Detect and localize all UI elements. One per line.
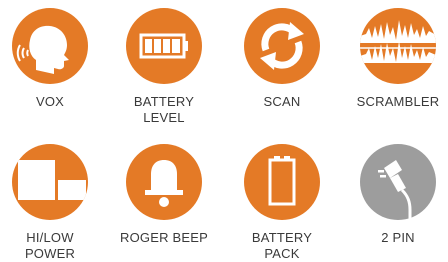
feature-label: 2 PIN xyxy=(381,230,415,245)
feature-label: VOX xyxy=(35,94,65,109)
scan-arrows-icon xyxy=(260,22,304,70)
feature-label: HI/LOW POWER xyxy=(24,230,76,261)
battery-level-icon xyxy=(139,33,188,59)
feature-battery-pack: BATTERY PACK xyxy=(226,144,338,262)
scrambler-waveform-icon xyxy=(360,20,436,63)
hi-low-power-icon xyxy=(18,160,86,200)
feature-hi-low-power: HI/LOW POWER xyxy=(0,144,106,262)
two-pin-plug-icon xyxy=(378,160,412,224)
hi-low-power-circle xyxy=(12,144,88,220)
bell-icon xyxy=(145,160,183,207)
two-pin-circle xyxy=(360,144,436,224)
feature-scan: SCAN xyxy=(226,8,338,110)
feature-label: SCAN xyxy=(263,94,301,109)
vox-head-icon xyxy=(16,25,69,74)
feature-label: SCRAMBLER xyxy=(356,94,440,109)
feature-battery-level: BATTERY LEVEL xyxy=(108,8,220,126)
feature-roger-beep: ROGER BEEP xyxy=(108,144,220,246)
feature-label: ROGER BEEP xyxy=(120,230,208,245)
feature-two-pin: 2 PIN xyxy=(342,144,448,246)
feature-label: BATTERY PACK xyxy=(251,230,313,261)
feature-scrambler: SCRAMBLER xyxy=(342,8,448,110)
scan-circle xyxy=(244,8,320,84)
battery-pack-circle xyxy=(244,144,320,220)
battery-pack-icon xyxy=(268,156,296,206)
scrambler-circle xyxy=(360,8,436,84)
vox-circle xyxy=(12,8,88,84)
roger-beep-circle xyxy=(126,144,202,220)
battery-level-circle xyxy=(126,8,202,84)
feature-label: BATTERY LEVEL xyxy=(133,94,195,125)
feature-vox: VOX xyxy=(0,8,106,110)
